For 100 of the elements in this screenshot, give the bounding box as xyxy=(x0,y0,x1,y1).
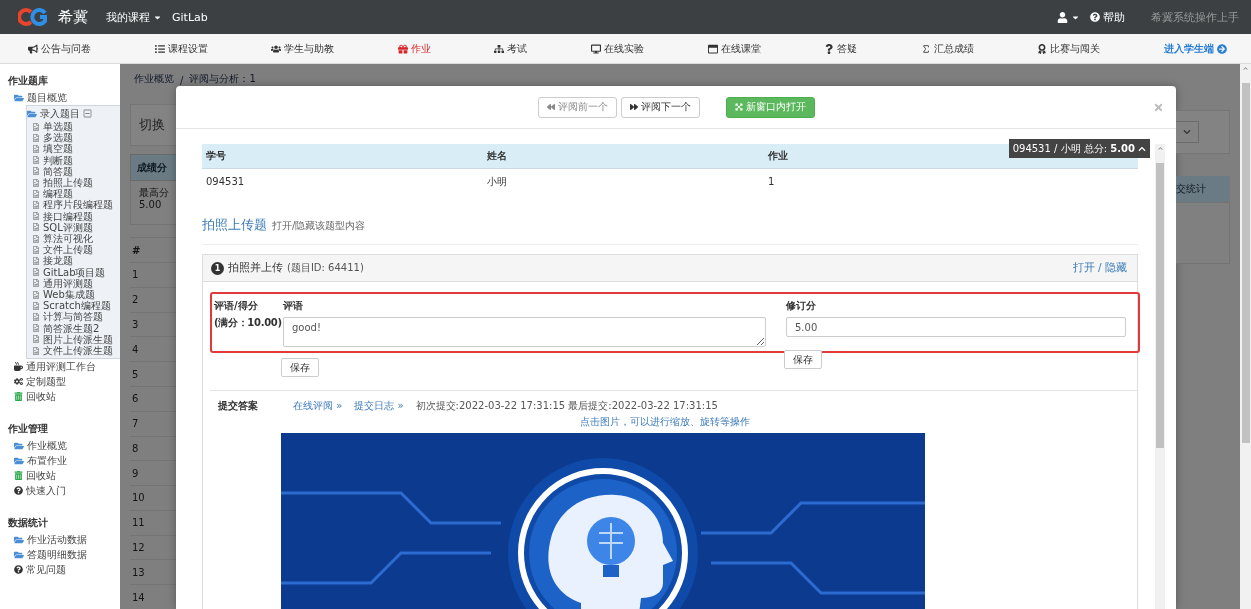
nav-tab[interactable]: 在线实验 xyxy=(590,41,644,56)
stat-value: 5.00 xyxy=(139,199,163,212)
sidebar-heading: 作业题库 xyxy=(8,74,49,88)
file-icon xyxy=(32,301,40,310)
file-icon xyxy=(32,201,40,209)
sidebar-item[interactable]: 算法可视化 xyxy=(27,233,120,245)
breadcrumb-link[interactable]: 作业概览 xyxy=(134,72,174,86)
sidebar-item[interactable]: 多选题 xyxy=(27,132,120,144)
folder-icon xyxy=(14,440,24,451)
student-side-link[interactable]: 进入学生端 xyxy=(1163,41,1227,56)
sidebar-item[interactable]: 快速入门 xyxy=(8,483,120,499)
answer-label: 提交答案 xyxy=(218,399,259,413)
sidebar-item[interactable]: 接口编程题 xyxy=(27,210,120,222)
file-icon xyxy=(32,335,40,344)
table-cell: 094531 xyxy=(206,176,245,187)
sidebar-item[interactable]: 文件上传派生题 xyxy=(27,345,120,357)
sidebar-item[interactable]: 通用评测题 xyxy=(27,277,120,290)
guide-link[interactable]: 希冀系统操作上手 xyxy=(1151,9,1239,25)
sidebar-item[interactable]: GitLab项目题 xyxy=(27,266,120,278)
trash-icon xyxy=(14,471,23,481)
gears-icon xyxy=(14,377,23,387)
column-header: 姓名 xyxy=(487,149,507,163)
brand-name: 希冀 xyxy=(58,7,88,27)
next-button[interactable]: 评阅下一个 xyxy=(620,96,700,118)
sidebar-item[interactable]: Web集成题 xyxy=(27,289,120,301)
sidebar-item[interactable]: 简答题 xyxy=(27,165,120,177)
breadcrumb-separator: / xyxy=(180,75,184,86)
file-icon xyxy=(32,133,40,142)
sidebar-item[interactable]: 定制题型 xyxy=(8,374,120,390)
sidebar-heading: 作业管理 xyxy=(8,422,49,437)
award-icon xyxy=(1037,43,1048,54)
monitor-icon xyxy=(590,43,601,54)
sidebar-item[interactable]: 程序片段编程题 xyxy=(27,199,120,211)
sidebar-item[interactable]: Scratch编程题 xyxy=(27,300,120,312)
nav-tab[interactable]: 公告与问卷 xyxy=(28,41,91,56)
course-menu[interactable]: 我的课程 xyxy=(106,9,162,25)
image-hint: 点击图片，可以进行缩放、旋转等操作 xyxy=(580,415,750,429)
sidebar-item[interactable]: 答题明细数据 xyxy=(8,547,120,563)
log-link[interactable]: 提交日志 » xyxy=(354,399,404,413)
sidebar-item[interactable]: 录入题目 xyxy=(27,106,80,121)
nav-tab[interactable]: 作业 xyxy=(397,41,431,56)
help-link[interactable]: 帮助 xyxy=(1090,9,1125,25)
sidebar-item[interactable]: 回收站 xyxy=(8,389,120,405)
nav-tab[interactable]: 答疑 xyxy=(824,41,858,56)
sidebar-item[interactable]: 填空题 xyxy=(27,143,120,155)
file-icon xyxy=(32,268,40,277)
sidebar-item[interactable]: 接龙题 xyxy=(27,255,120,267)
sidebar-item[interactable]: 布置作业 xyxy=(8,453,120,469)
nav-tab[interactable]: 学生与助教 xyxy=(271,41,335,56)
sidebar-item[interactable]: 图片上传派生题 xyxy=(27,333,120,346)
nav-tab[interactable]: 比赛与闯关 xyxy=(1037,41,1101,56)
save-button[interactable]: 保存 xyxy=(784,350,822,369)
scrollbar[interactable] xyxy=(1240,64,1251,609)
help-icon xyxy=(14,565,23,575)
sidebar-item[interactable]: 判断题 xyxy=(27,154,120,166)
nav-tab[interactable]: 考试 xyxy=(494,41,528,56)
close-button[interactable] xyxy=(1153,101,1164,113)
breadcrumb-current: 评阅与分析：1 xyxy=(189,72,256,86)
comment-field[interactable]: good! xyxy=(283,317,766,347)
sidebar-item[interactable]: 作业概览 xyxy=(8,438,120,454)
file-icon xyxy=(32,234,40,243)
sidebar-item[interactable]: 简答派生题2 xyxy=(27,322,120,334)
nav-tab[interactable]: 课程设置 xyxy=(154,41,208,56)
sidebar-item[interactable]: 常见问题 xyxy=(8,562,120,578)
sidebar-item[interactable]: 通用评测工作台 xyxy=(8,359,120,375)
sidebar-item[interactable]: 作业活动数据 xyxy=(8,532,120,548)
user-menu[interactable] xyxy=(1057,11,1080,23)
sidebar-heading: 数据统计 xyxy=(8,516,49,531)
sidebar-item[interactable]: 拍照上传题 xyxy=(27,177,120,189)
scrollbar[interactable] xyxy=(1155,144,1165,609)
select-field[interactable] xyxy=(1176,121,1199,143)
gitlab-link[interactable]: GitLab xyxy=(172,10,208,24)
nav-tab[interactable]: 在线课堂 xyxy=(707,41,761,56)
review-link[interactable]: 在线评阅 » xyxy=(293,399,343,413)
section-toggle-link[interactable]: 打开/隐藏该题型内容 xyxy=(272,219,366,233)
logo-icon xyxy=(18,8,48,26)
toggle-link[interactable]: 打开 / 隐藏 xyxy=(1072,261,1127,275)
score-field[interactable]: 5.00 xyxy=(786,317,1126,337)
gift-icon xyxy=(397,43,408,54)
question-icon xyxy=(824,43,835,54)
column-header: 作业 xyxy=(768,149,788,163)
user-icon xyxy=(1057,11,1068,23)
sidebar-item[interactable]: 题目概览 xyxy=(8,90,120,105)
file-icon xyxy=(32,167,40,176)
scroll-up-icon[interactable] xyxy=(1243,66,1248,71)
nav-tab[interactable]: 汇总成绩 xyxy=(920,41,974,56)
sidebar-item[interactable]: SQL评测题 xyxy=(27,221,120,234)
sidebar-item[interactable]: 文件上传题 xyxy=(27,244,120,256)
sidebar-item[interactable]: 编程题 xyxy=(27,188,120,200)
score-summary-badge[interactable]: 094531 / 小明 总分: 5.00 xyxy=(1008,139,1150,158)
megaphone-icon xyxy=(28,43,38,54)
save-button[interactable]: 保存 xyxy=(281,358,319,377)
users-icon xyxy=(271,43,282,54)
sidebar-item[interactable]: 回收站 xyxy=(8,468,120,484)
expand-icon xyxy=(734,103,743,111)
scroll-up-icon[interactable] xyxy=(1157,146,1163,151)
question-number: 1 xyxy=(211,261,224,275)
sidebar-item[interactable]: 单选题 xyxy=(27,121,120,133)
forward-icon xyxy=(629,103,638,111)
sidebar-item[interactable]: 计算与简答题 xyxy=(27,311,120,323)
